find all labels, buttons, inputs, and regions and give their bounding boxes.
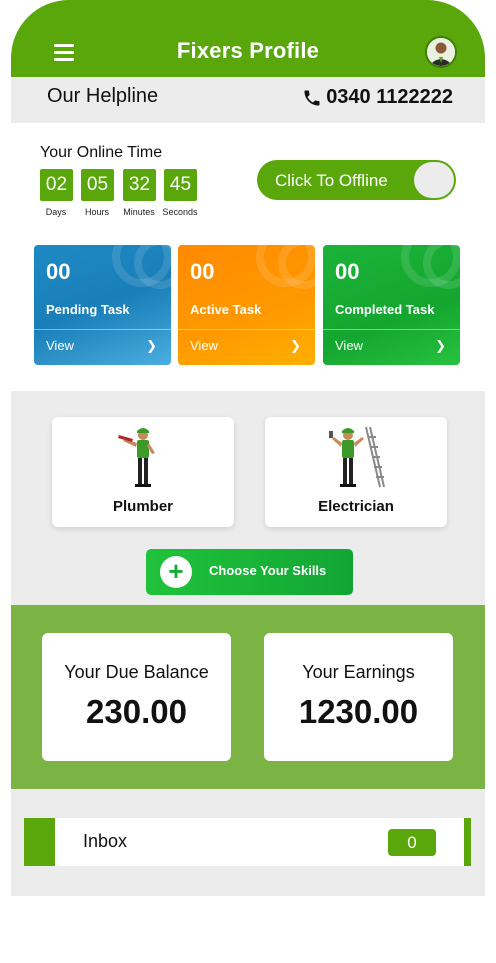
due-balance-value: 230.00 <box>86 693 187 730</box>
helpline-label: Our Helpline <box>47 85 159 107</box>
active-task-view-link[interactable]: View <box>190 338 218 353</box>
hours-value: 05 <box>81 169 114 201</box>
pending-task-view-link[interactable]: View <box>46 338 74 353</box>
helpline-number: 0340 1122222 <box>326 86 453 108</box>
inbox-count-badge: 0 <box>388 829 436 856</box>
due-balance-label: Your Due Balance <box>64 662 209 682</box>
minutes-value: 32 <box>123 169 156 201</box>
app-header: Fixers Profile <box>11 0 485 77</box>
active-task-count: 00 <box>190 259 215 284</box>
seconds-value: 45 <box>164 169 197 201</box>
earnings-value: 1230.00 <box>298 693 419 730</box>
inbox-label: Inbox <box>83 831 128 851</box>
minutes-label: Minutes <box>123 207 155 217</box>
skill-name-electrician: Electrician <box>318 498 394 515</box>
inbox-section: Inbox 0 <box>11 789 485 896</box>
skill-card-electrician[interactable]: Electrician <box>265 417 447 527</box>
days-label: Days <box>45 207 67 217</box>
chevron-right-icon[interactable]: ❯ <box>146 338 157 354</box>
choose-skills-label: Choose Your Skills <box>209 563 327 578</box>
plus-icon: + <box>160 556 192 588</box>
inbox-row[interactable]: Inbox 0 <box>24 818 471 866</box>
completed-task-view-link[interactable]: View <box>335 338 363 353</box>
days-value: 02 <box>40 169 73 201</box>
helpline-number-link[interactable]: 0340 1122222 <box>302 86 453 109</box>
active-task-label: Active Task <box>190 302 262 317</box>
skills-section: Plumber Electrician + Choose Your Skills <box>11 391 485 605</box>
choose-skills-button[interactable]: + Choose Your Skills <box>146 549 353 595</box>
due-balance-card: Your Due Balance 230.00 <box>42 633 231 761</box>
offline-toggle[interactable]: Click To Offline <box>257 160 456 200</box>
chevron-right-icon[interactable]: ❯ <box>290 338 301 354</box>
pending-task-count: 00 <box>46 259 71 284</box>
app-screen: Fixers Profile Our Helpline 0340 1122222… <box>11 0 485 896</box>
offline-toggle-label: Click To Offline <box>275 171 388 190</box>
balance-section: Your Due Balance 230.00 Your Earnings 12… <box>11 605 485 789</box>
pending-task-label: Pending Task <box>46 302 130 317</box>
hours-label: Hours <box>84 207 109 217</box>
completed-task-label: Completed Task <box>335 302 435 317</box>
electrician-worker-icon <box>329 426 385 488</box>
pending-task-card: 00 Pending Task View ❯ <box>34 245 171 365</box>
skill-card-plumber[interactable]: Plumber <box>52 417 234 527</box>
active-task-card: 00 Active Task View ❯ <box>178 245 315 365</box>
completed-task-card: 00 Completed Task View ❯ <box>323 245 460 365</box>
toggle-knob[interactable] <box>414 162 454 198</box>
completed-task-count: 00 <box>335 259 360 284</box>
plumber-worker-icon <box>118 428 155 487</box>
helpline-bar: Our Helpline 0340 1122222 <box>11 77 485 123</box>
page-title: Fixers Profile <box>176 38 320 63</box>
earnings-card: Your Earnings 1230.00 <box>264 633 453 761</box>
user-avatar-icon[interactable] <box>425 36 457 68</box>
skill-name-plumber: Plumber <box>112 498 173 515</box>
phone-icon <box>304 90 320 105</box>
chevron-right-icon[interactable]: ❯ <box>435 338 446 354</box>
earnings-label: Your Earnings <box>302 662 415 682</box>
seconds-label: Seconds <box>162 207 198 217</box>
online-time-label: Your Online Time <box>40 144 163 161</box>
